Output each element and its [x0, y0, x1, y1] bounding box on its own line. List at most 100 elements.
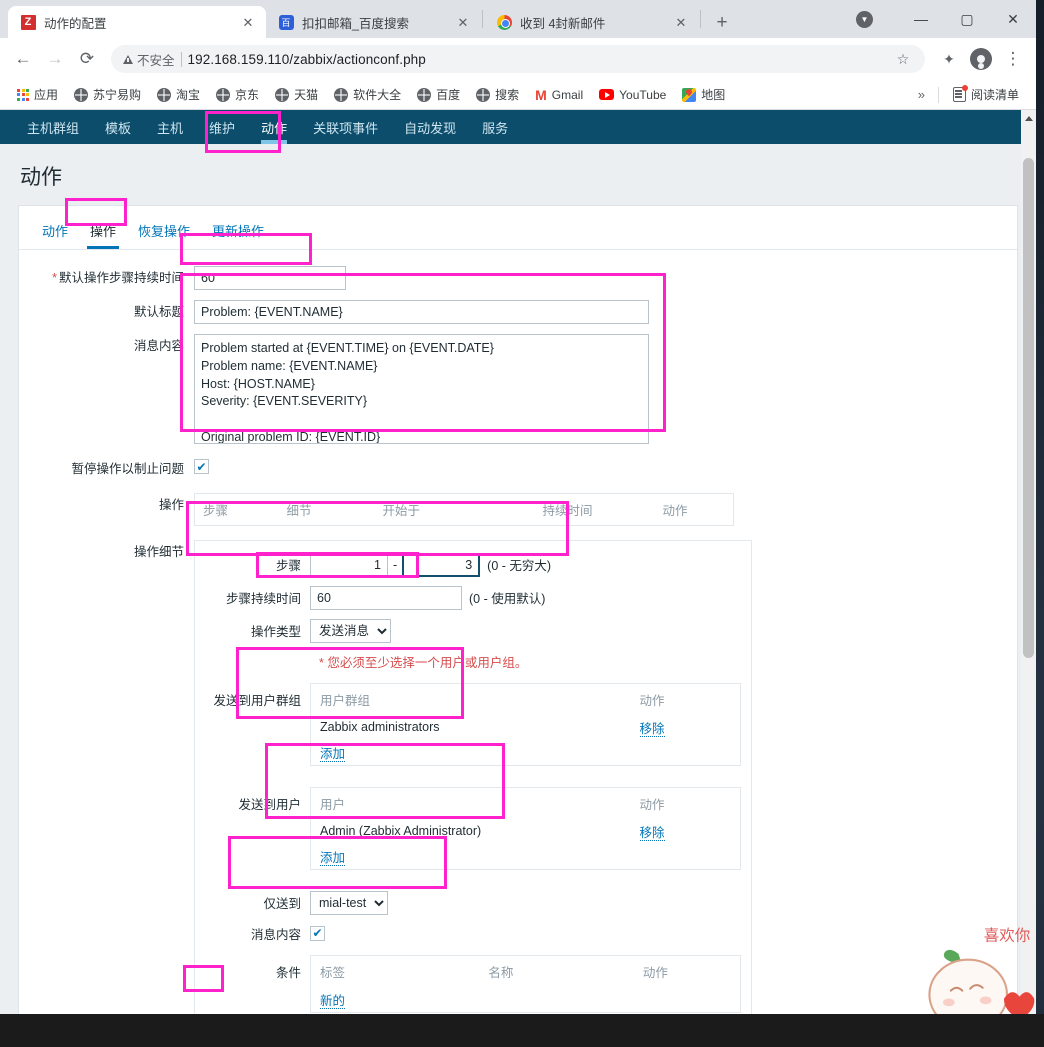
chrome-icon: [496, 14, 512, 30]
back-icon[interactable]: ←: [8, 44, 38, 74]
bookmark-label: 软件大全: [353, 88, 402, 102]
nav-item-discovery[interactable]: 自动发现: [391, 110, 469, 144]
tab-search-icon[interactable]: ▼: [856, 11, 873, 28]
zabbix-main-nav: 主机群组 模板 主机 维护 动作 关联项事件 自动发现 服务: [0, 110, 1036, 144]
user-name: Admin (Zabbix Administrator): [320, 824, 482, 838]
field-default-step-duration: * 默认操作步骤持续时间: [19, 266, 1017, 290]
col-action: 动作: [654, 493, 734, 526]
scroll-up-icon[interactable]: [1025, 116, 1033, 121]
bookmark-item-7[interactable]: M Gmail: [528, 85, 590, 105]
field-label: 操作类型: [250, 625, 301, 639]
table-row: 新的: [311, 987, 741, 1013]
reload-icon[interactable]: ⟳: [72, 44, 102, 74]
address-bar[interactable]: 不安全 192.168.159.110/zabbix/actionconf.ph…: [111, 45, 925, 73]
tab-recovery-operations[interactable]: 恢复操作: [127, 216, 201, 249]
nav-item-services[interactable]: 服务: [469, 110, 521, 144]
bookmark-item-0[interactable]: 苏宁易购: [67, 83, 148, 106]
send-only-to-select[interactable]: mial-test: [310, 890, 388, 915]
nav-item-hostgroups[interactable]: 主机群组: [14, 110, 92, 144]
browser-tab-0[interactable]: Z 动作的配置 ✕: [8, 6, 266, 38]
nav-item-hosts[interactable]: 主机: [144, 110, 196, 144]
tab-divider: [700, 10, 701, 28]
col-start-in: 开始于: [374, 493, 535, 526]
field-pause-suppressed: 暂停操作以制止问题 ✔: [19, 457, 1017, 479]
bookmark-label: 苏宁易购: [93, 88, 142, 102]
page-scrollbar[interactable]: [1021, 110, 1036, 1014]
default-subject-input[interactable]: [194, 300, 649, 324]
remove-user-group-link[interactable]: 移除: [631, 715, 741, 740]
bookmark-item-6[interactable]: 搜索: [469, 83, 526, 106]
close-icon[interactable]: ✕: [455, 14, 471, 30]
scrollbar-thumb[interactable]: [1023, 158, 1034, 658]
maximize-button[interactable]: ▢: [944, 3, 990, 35]
bookmark-item-9[interactable]: 地图: [675, 83, 732, 106]
operation-type-select[interactable]: 发送消息: [310, 618, 391, 643]
field-default-subject: 默认标题: [19, 300, 1017, 324]
step-range-dash: -: [393, 557, 398, 572]
tab-update-operations[interactable]: 更新操作: [201, 216, 275, 249]
step-to-input[interactable]: [402, 552, 481, 577]
browser-tab-2[interactable]: 收到 4封新邮件 ✕: [484, 6, 699, 38]
field-label: 操作细节: [133, 544, 184, 559]
taskbar: [0, 1014, 1044, 1047]
close-icon[interactable]: ✕: [240, 14, 256, 30]
field-send-to-user-groups: 发送到用户群组 用户群组 动作 Zabbix administrators 移除…: [205, 682, 741, 778]
add-user-group-link[interactable]: 添加: [311, 740, 631, 766]
bookmark-star-icon[interactable]: ☆: [893, 44, 913, 74]
user-group-name: Zabbix administrators: [320, 720, 440, 734]
field-label: 暂停操作以制止问题: [71, 462, 184, 476]
default-step-duration-input[interactable]: [194, 266, 346, 290]
field-label: 操作: [158, 497, 184, 512]
minimize-button[interactable]: —: [898, 3, 944, 35]
col-action: 动作: [639, 693, 665, 708]
bookmark-label: 京东: [235, 88, 260, 102]
bookmark-item-1[interactable]: 淘宝: [150, 83, 207, 106]
browser-toolbar: ← → ⟳ 不安全 192.168.159.110/zabbix/actionc…: [0, 38, 1036, 80]
nav-item-templates[interactable]: 模板: [92, 110, 144, 144]
nav-item-actions[interactable]: 动作: [248, 110, 300, 144]
step-from-input[interactable]: [310, 552, 388, 577]
field-custom-message: 消息内容 ✔: [205, 924, 741, 943]
security-label: 不安全: [137, 53, 175, 68]
not-secure-badge[interactable]: 不安全: [123, 50, 175, 69]
forward-icon[interactable]: →: [40, 44, 70, 74]
bookmark-label: 阅读清单: [970, 88, 1019, 102]
chrome-menu-icon[interactable]: ⋮: [998, 44, 1028, 74]
bookmark-item-2[interactable]: 京东: [209, 83, 266, 106]
nav-item-correlation[interactable]: 关联项事件: [300, 110, 391, 144]
custom-message-checkbox[interactable]: ✔: [310, 925, 325, 941]
browser-tab-1[interactable]: 百 扣扣邮箱_百度搜索 ✕: [266, 6, 481, 38]
tab-operations[interactable]: 操作: [79, 216, 127, 249]
users-table: 用户 动作 Admin (Zabbix Administrator) 移除 添加: [310, 786, 741, 870]
extensions-icon[interactable]: ✦: [934, 44, 964, 74]
table-header-row: 用户 动作: [311, 787, 741, 819]
step-duration-input[interactable]: [310, 585, 462, 610]
table-row: 添加: [311, 844, 741, 870]
message-body-textarea[interactable]: Problem started at {EVENT.TIME} on {EVEN…: [194, 334, 649, 444]
reading-list-button[interactable]: 阅读清单: [946, 83, 1026, 106]
bookmark-item-8[interactable]: YouTube: [592, 85, 673, 105]
tab-action[interactable]: 动作: [31, 216, 79, 249]
maps-icon: [682, 87, 697, 102]
bookmark-label: 淘宝: [176, 88, 201, 102]
field-operation-details: 操作细节 步骤 - (0 - 无穷大): [19, 539, 1017, 1014]
globe-icon: [157, 87, 172, 102]
new-tab-button[interactable]: +: [708, 8, 736, 36]
field-label: * 默认操作步骤持续时间: [52, 271, 184, 285]
bookmark-item-4[interactable]: 软件大全: [327, 83, 408, 106]
add-user-link[interactable]: 添加: [311, 844, 631, 870]
nav-item-maintenance[interactable]: 维护: [196, 110, 248, 144]
bookmark-item-3[interactable]: 天猫: [268, 83, 325, 106]
remove-user-link[interactable]: 移除: [631, 819, 741, 844]
new-condition-link[interactable]: 新的: [311, 987, 480, 1013]
field-send-to-users: 发送到用户 用户 动作 Admin (Zabbix Administrator): [205, 786, 741, 882]
apps-shortcut[interactable]: 应用: [10, 83, 65, 106]
bookmark-item-5[interactable]: 百度: [410, 83, 467, 106]
table-row: Admin (Zabbix Administrator) 移除: [311, 819, 741, 844]
bookmarks-overflow-icon[interactable]: »: [912, 87, 931, 102]
close-window-button[interactable]: ✕: [990, 3, 1036, 35]
close-icon[interactable]: ✕: [673, 14, 689, 30]
pause-suppressed-checkbox[interactable]: ✔: [194, 459, 209, 475]
field-label: 步骤: [275, 559, 301, 573]
profile-avatar[interactable]: [966, 44, 996, 74]
